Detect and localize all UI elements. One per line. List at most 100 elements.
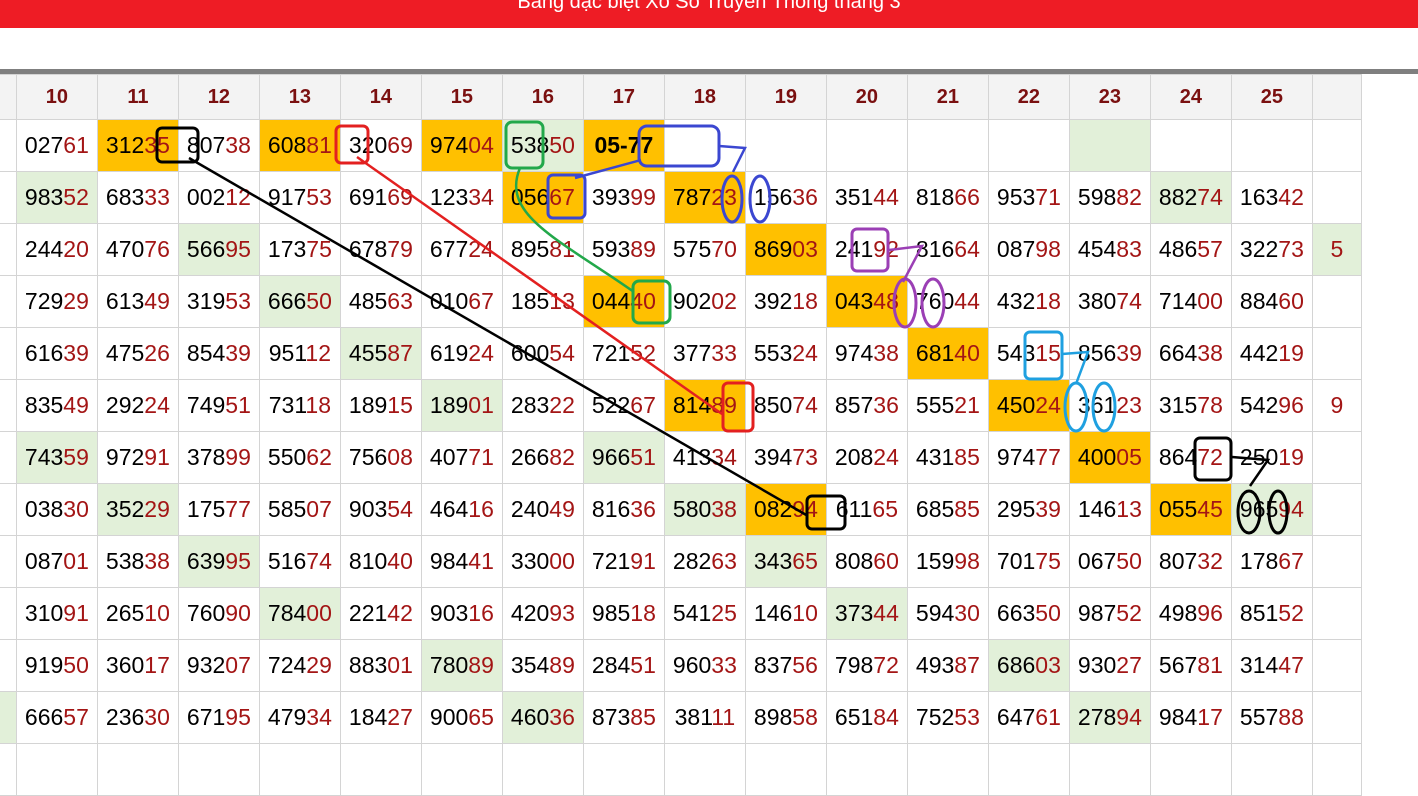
number-head: 816 [915, 236, 955, 262]
result-cell: 51674 [258, 535, 341, 588]
result-cell: 61165 [825, 483, 908, 536]
number-head: 498 [1158, 600, 1198, 626]
result-cell: 23630 [96, 691, 179, 744]
number-tail: 81 [549, 236, 575, 262]
number-head: 431 [915, 444, 955, 470]
column-header: 11 [96, 74, 179, 120]
number-head: 671 [186, 704, 226, 730]
number-head: 731 [268, 392, 306, 418]
number-tail: 89 [630, 236, 656, 262]
number-head: 189 [429, 392, 469, 418]
number-head: 208 [834, 444, 874, 470]
result-cell: 18 [0, 119, 17, 172]
number-head: 146 [1077, 496, 1117, 522]
result-cell: 05667 [501, 171, 584, 224]
number-tail: 87 [387, 340, 413, 366]
result-cell: 08701 [15, 535, 98, 588]
number-tail: 64 [954, 236, 980, 262]
number-head: 810 [348, 548, 388, 574]
number-tail: 15 [1035, 340, 1061, 366]
number-tail: 23 [1116, 392, 1142, 418]
result-cell: 37733 [663, 327, 746, 380]
number-tail: 22 [549, 392, 575, 418]
column-header: 16 [501, 74, 584, 120]
result-cell [339, 743, 422, 796]
number-tail: 53 [954, 704, 980, 730]
result-cell: 18915 [339, 379, 422, 432]
result-cell: 54296 [1230, 379, 1313, 432]
number-head: 854 [186, 340, 226, 366]
number-head: 475 [105, 340, 145, 366]
number-head: 965 [1239, 496, 1279, 522]
number-tail: 44 [873, 600, 899, 626]
number-tail: 15 [387, 392, 413, 418]
number-head: 407 [429, 444, 469, 470]
number-head: 543 [996, 340, 1036, 366]
result-cell [987, 743, 1070, 796]
number-tail: 94 [1116, 704, 1142, 730]
result-cell: 54315 [987, 327, 1070, 380]
number-tail: 38 [144, 548, 170, 574]
result-cell [906, 743, 989, 796]
number-head: 678 [348, 236, 388, 262]
result-cell: 36017 [96, 639, 179, 692]
result-cell: 96033 [663, 639, 746, 692]
result-cell: 28451 [582, 639, 665, 692]
number-head: 663 [996, 600, 1036, 626]
number-head: 378 [186, 444, 226, 470]
result-cell: 20824 [825, 431, 908, 484]
number-tail: 17 [144, 652, 170, 678]
number-tail: 90 [225, 600, 251, 626]
number-tail: 21 [954, 392, 980, 418]
number-head: 580 [672, 496, 712, 522]
result-cell: 55062 [258, 431, 341, 484]
result-cell: 61639 [15, 327, 98, 380]
number-tail: 39 [63, 340, 89, 366]
number-head: 522 [591, 392, 631, 418]
result-cell [258, 743, 341, 796]
number-head: 760 [915, 288, 955, 314]
column-header: 14 [339, 74, 422, 120]
number-head: 987 [1077, 600, 1117, 626]
result-cell: 14610 [744, 587, 827, 640]
result-cell [825, 119, 908, 172]
number-head: 598 [1077, 184, 1117, 210]
number-tail: 24 [468, 236, 494, 262]
number-tail: 36 [549, 704, 575, 730]
number-tail: 67 [630, 392, 656, 418]
page-header: Bảng đặc biệt Xổ Số Truyền Thống tháng 3 [0, 0, 1418, 28]
result-cell: 45483 [1068, 223, 1151, 276]
result-cell: 46036 [501, 691, 584, 744]
number-head: 470 [105, 236, 145, 262]
number-head: 651 [834, 704, 874, 730]
result-cell: 40005 [1068, 431, 1151, 484]
number-head: 985 [591, 600, 631, 626]
number-head: 701 [996, 548, 1036, 574]
number-head: 044 [591, 288, 631, 314]
number-tail: 66 [954, 184, 980, 210]
number-tail: 94 [1278, 496, 1304, 522]
number-tail: 08 [387, 444, 413, 470]
result-cell: 40771 [420, 431, 503, 484]
number-tail: 74 [1197, 184, 1223, 210]
result-cell: 18901 [420, 379, 503, 432]
number-tail: 34 [711, 444, 737, 470]
table-row: 0524420470765669517375678796772489581593… [0, 223, 1363, 276]
number-head: 156 [753, 184, 793, 210]
number-tail: 39 [225, 340, 251, 366]
number-head: 784 [267, 600, 307, 626]
table-row: 2303830352291757758507903544641624049816… [0, 483, 1363, 536]
number-tail: 07 [306, 496, 332, 522]
result-cell: 17577 [177, 483, 260, 536]
number-head: 850 [753, 392, 793, 418]
number-head: 685 [915, 496, 955, 522]
number-head: 361 [1077, 392, 1117, 418]
number-head: 314 [1239, 652, 1279, 678]
number-head: 087 [996, 236, 1036, 262]
result-cell: 65184 [825, 691, 908, 744]
result-cell [1068, 119, 1151, 172]
number-head: 898 [753, 704, 793, 730]
number-tail: 24 [468, 340, 494, 366]
result-cell: 5 [1311, 223, 1363, 276]
result-cell: 88274 [1149, 171, 1232, 224]
